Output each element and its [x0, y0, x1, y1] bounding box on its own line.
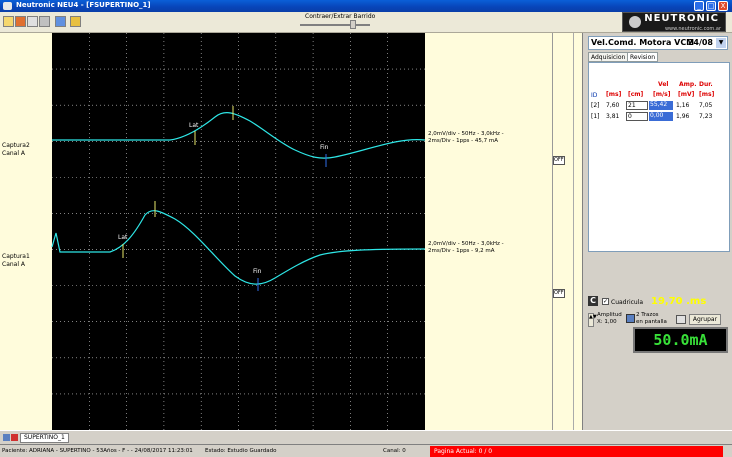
- save-icon[interactable]: [27, 16, 38, 27]
- open-folder-icon[interactable]: [15, 16, 26, 27]
- amplitud-spinner[interactable]: ▲▼: [588, 313, 597, 327]
- measurement-panel: Vel.Comd. Motora VCM 24/08 ▼ Adquisicion…: [582, 33, 732, 430]
- amplitud-value: X: 1,00: [597, 319, 617, 325]
- trace-1-info: 2,0mV/div - 50Hz - 3,0kHz - 2ms/Div - 1p…: [428, 241, 504, 255]
- maximize-button[interactable]: □: [706, 1, 716, 11]
- trace-1-name: Captura1: [2, 253, 30, 260]
- study-selector[interactable]: Vel.Comd. Motora VCM 24/08 ▼: [588, 36, 728, 50]
- status-canal: Canal: 0: [383, 448, 406, 454]
- header-id: ID: [591, 92, 598, 99]
- contrast-slider-track[interactable]: [300, 24, 370, 26]
- trazos-label-2: en pantalla: [636, 319, 667, 325]
- traces-icon[interactable]: [626, 314, 635, 323]
- status-pagina: Pagina Actual: 0 / 0: [430, 446, 723, 457]
- row-1-vel: 0,00: [649, 112, 673, 121]
- study-selector-value: 24/08: [687, 38, 713, 47]
- tab-revision[interactable]: Revision: [627, 52, 659, 62]
- tab-supertino[interactable]: SUPERTINO_1: [20, 433, 69, 443]
- row-1-dur: 7,23: [699, 113, 713, 120]
- trace-2-info-line2: 2ms/Div - 1pps - 45,7 mA: [428, 138, 499, 144]
- contrast-label: Contraer/Extrar Barrido: [305, 13, 376, 20]
- sweep-speed-value: 19,70 .ms: [651, 296, 707, 307]
- trace-1-info-line2: 2ms/Div - 1pps - 9,2 mA: [428, 248, 495, 254]
- trace-1-fin-label: Fin: [253, 268, 262, 275]
- neutronic-logo: NEUTRONIC www.neutronic.com.ar: [622, 12, 726, 32]
- logo-brand: NEUTRONIC: [644, 13, 719, 24]
- cuadricula-checkbox[interactable]: ✓: [602, 298, 609, 305]
- clear-c-icon[interactable]: C: [588, 296, 598, 306]
- new-file-icon[interactable]: [3, 16, 14, 27]
- header-dur-ms: [ms]: [699, 91, 715, 98]
- header-mps: [m/s]: [653, 91, 671, 98]
- trace-2-info-line1: 2,0mV/div - 50Hz - 3,0kHz -: [428, 131, 504, 137]
- window-title: Neutronic NEU4 - [FSUPERTINO_1]: [16, 1, 151, 9]
- flag-icon[interactable]: [676, 315, 686, 324]
- amplitud-label: Amplitud: [597, 312, 622, 318]
- trace-chart[interactable]: [0, 33, 552, 430]
- header-vel: Vel: [658, 81, 669, 88]
- agrupar-button[interactable]: Agrupar: [689, 314, 721, 325]
- report-icon[interactable]: [55, 16, 66, 27]
- row-1-ms: 3,81: [606, 113, 620, 120]
- row-2-amp: 1,16: [676, 102, 690, 109]
- minimize-button[interactable]: _: [694, 1, 704, 11]
- trace-1-offset-tag[interactable]: OFF: [553, 289, 565, 298]
- header-mv: [mV]: [678, 91, 695, 98]
- tab-adquisicion[interactable]: Adquisicion: [588, 52, 629, 62]
- app-icon: [3, 2, 12, 10]
- trazos-label-1: 2 Trazos: [636, 312, 659, 318]
- trace-controls: C ✓ Cuadricula 19,70 .ms ▲▼ Amplitud X: …: [588, 295, 730, 355]
- stimulus-current-display: 50.0mA: [633, 327, 728, 353]
- grid-view-icon[interactable]: [70, 16, 81, 27]
- row-2-ms: 7,60: [606, 102, 620, 109]
- study-selector-label: Vel.Comd. Motora VCM: [591, 38, 695, 47]
- trace-2-channel: Canal A: [2, 150, 26, 157]
- cuadricula-label: Cuadricula: [611, 299, 644, 306]
- row-1-cm-input[interactable]: 0: [626, 112, 648, 121]
- row-1-id: [1]: [591, 113, 600, 120]
- status-patient: Paciente: ADRIANA - SUPERTINO - 53Años -…: [2, 448, 193, 454]
- tab-close-icon[interactable]: [11, 434, 18, 441]
- trace-1-lat-label: Lat: [118, 234, 128, 241]
- status-bar: Paciente: ADRIANA - SUPERTINO - 53Años -…: [0, 444, 732, 457]
- header-cm: [cm]: [628, 91, 644, 98]
- trace-1-info-line1: 2,0mV/div - 50Hz - 3,0kHz -: [428, 241, 504, 247]
- trace-2-name: Captura2: [2, 142, 30, 149]
- vertical-scrollbar[interactable]: [573, 33, 581, 430]
- row-1-amp: 1,96: [676, 113, 690, 120]
- trace-2-offset-tag[interactable]: OFF: [553, 156, 565, 165]
- trace-offset-column: OFF OFF: [552, 33, 582, 430]
- row-2-id: [2]: [591, 102, 600, 109]
- status-estado: Estado: Estudio Guardado: [205, 448, 277, 454]
- trace-1-channel: Canal A: [2, 261, 26, 268]
- header-ms: [ms]: [606, 91, 622, 98]
- trace-2-fin-label: Fin: [320, 144, 329, 151]
- trace-2-info: 2,0mV/div - 50Hz - 3,0kHz - 2ms/Div - 1p…: [428, 131, 504, 145]
- logo-url: www.neutronic.com.ar: [664, 26, 721, 32]
- trace-2-lat-label: Lat: [189, 122, 199, 129]
- tab-icon[interactable]: [3, 434, 10, 441]
- close-button[interactable]: X: [718, 1, 728, 11]
- header-dur: Dur.: [699, 81, 713, 88]
- document-tabstrip: SUPERTINO_1: [0, 430, 732, 444]
- measurement-table: Vel Amp. Dur. ID [ms] [cm] [m/s] [mV] [m…: [588, 62, 730, 252]
- logo-mark-icon: [629, 16, 641, 28]
- plot-background: [52, 33, 425, 430]
- row-2-dur: 7,05: [699, 102, 713, 109]
- row-2-cm-input[interactable]: 21: [626, 101, 648, 110]
- contrast-slider-thumb[interactable]: [350, 20, 356, 29]
- header-amp: Amp.: [679, 81, 697, 88]
- title-bar: Neutronic NEU4 - [FSUPERTINO_1] _ □ X: [0, 0, 732, 12]
- print-icon[interactable]: [39, 16, 50, 27]
- trace-plot-area: Lat Fin Lat Fin Captura2 Canal A Captura…: [0, 33, 552, 430]
- chevron-down-icon[interactable]: ▼: [716, 38, 726, 48]
- row-2-vel: 55,42: [649, 101, 673, 110]
- toolbar: Contraer/Extrar Barrido NEUTRONIC www.ne…: [0, 12, 732, 33]
